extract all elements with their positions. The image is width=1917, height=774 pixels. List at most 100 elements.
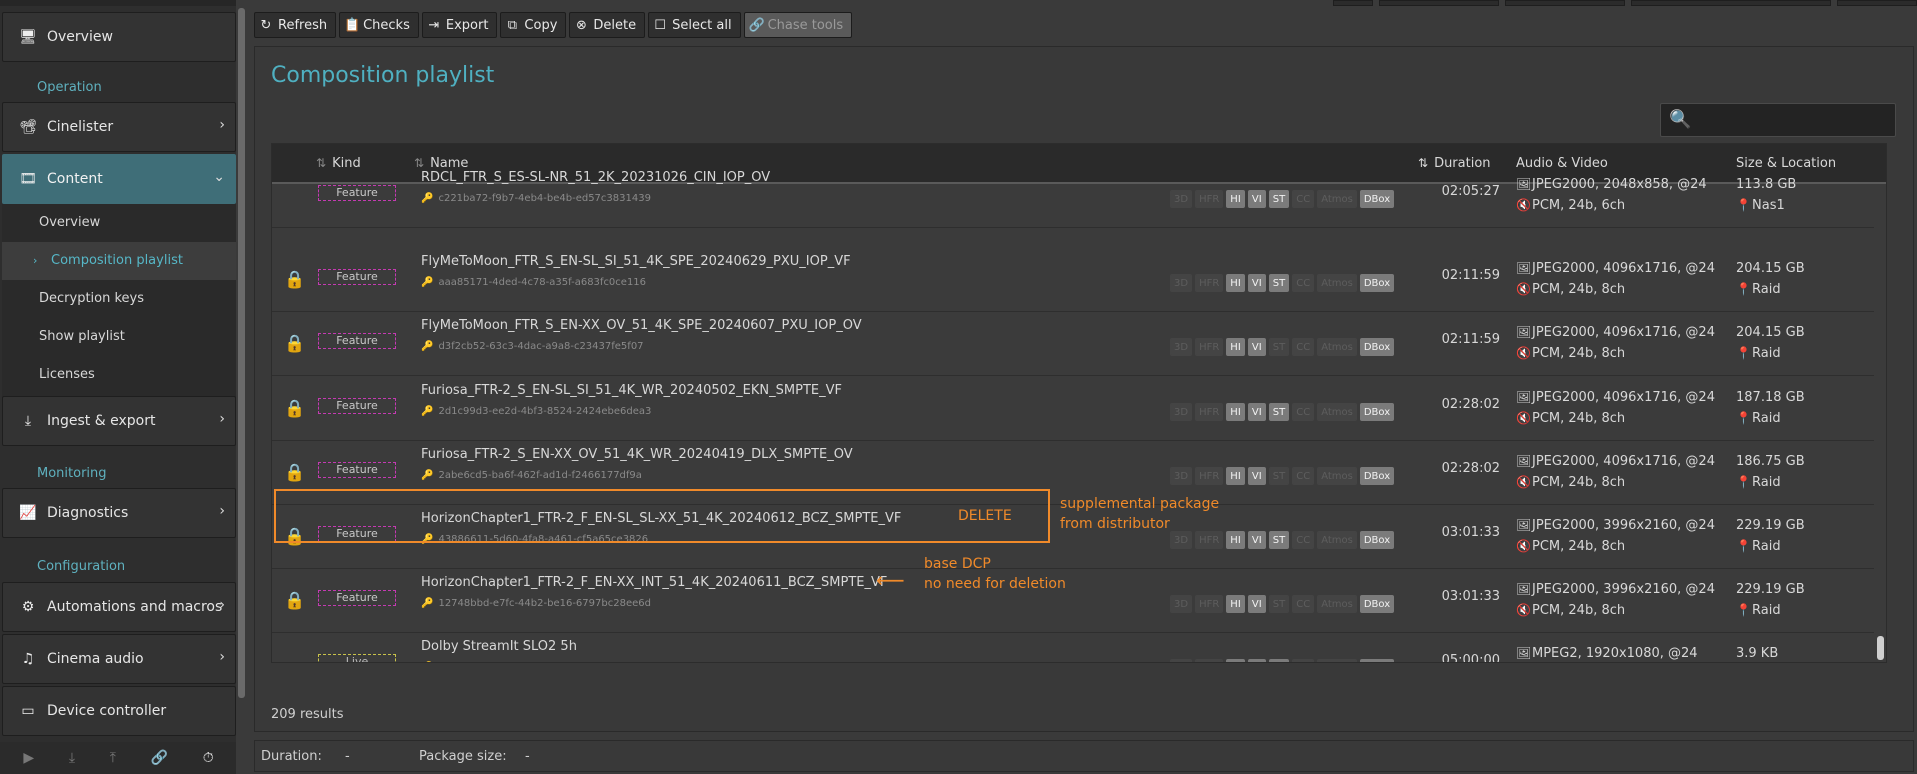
badge-st: ST [1268, 338, 1290, 356]
submenu-composition-playlist[interactable]: › Composition playlist [2, 242, 236, 280]
stopwatch-icon[interactable]: ⏱ [203, 750, 214, 766]
sidebar-item-device-controller[interactable]: ▭ Device controller [2, 686, 236, 736]
duration: 02:28:02 [1441, 461, 1500, 476]
sidebar-item-ingest-export[interactable]: ⤓ Ingest & export › [2, 396, 236, 446]
annotation-base-1: base DCP [924, 556, 991, 572]
submenu-label: Overview [39, 215, 101, 230]
duration: 05:00:00 [1441, 653, 1500, 663]
table-scrollbar[interactable] [1875, 186, 1886, 662]
uuid-text: c221ba72-f9b7-4eb4-be4b-ed57c3831439 [438, 193, 651, 204]
badge-vi: VI [1247, 531, 1266, 549]
cpl-name: FlyMeToMoon_FTR_S_EN-SL_SI_51_4K_SPE_202… [421, 254, 851, 269]
sidebar-item-content[interactable]: 🎞 Content ⌄ [2, 154, 236, 204]
search-input[interactable] [1695, 110, 1887, 132]
submenu-licenses[interactable]: Licenses [2, 356, 236, 394]
cpl-uuid: 🔑 12748bbd-e7fc-44b2-be16-6797bc28ee6d [421, 598, 651, 609]
feature-badges: 3DHFRHIVISTCCAtmosDBox [1170, 274, 1395, 292]
badge-3d: 3D [1170, 338, 1193, 356]
sidebar-item-automations[interactable]: ⚙ Automations and macros › [2, 582, 236, 632]
sidebar-item-overview[interactable]: 🖥 Overview [2, 12, 236, 62]
table-row[interactable]: 🔒 Feature HorizonChapter1_FTR-2_F_EN-XX_IN… [272, 569, 1874, 633]
table-row[interactable]: Live Dolby StreamIt SLO2 5h 🔑 344badde-dd14… [272, 633, 1874, 663]
top-tab[interactable] [1333, 0, 1373, 6]
badge-hfr: HFR [1195, 274, 1224, 292]
badge-vi: VI [1247, 659, 1266, 662]
image-icon: 🖼 [1516, 646, 1532, 660]
sidebar-scrollbar[interactable] [236, 0, 246, 774]
checks-button[interactable]: 📋 Checks [339, 12, 419, 38]
header-name[interactable]: ⇅ Name [414, 156, 468, 171]
annotation-delete: DELETE [958, 508, 1012, 524]
duration: 02:05:27 [1441, 184, 1500, 199]
sidebar-item-cinema-audio[interactable]: ♫ Cinema audio › [2, 634, 236, 684]
key-icon: 🔑 [421, 598, 434, 609]
top-tab[interactable] [1379, 0, 1499, 6]
badge-3d: 3D [1170, 190, 1193, 208]
refresh-button[interactable]: ↻ Refresh [254, 12, 337, 38]
location-text: Raid [1752, 411, 1781, 426]
submenu-decryption-keys[interactable]: Decryption keys [2, 280, 236, 318]
copy-button[interactable]: ⧉ Copy [500, 12, 567, 38]
download-icon[interactable]: ⤓ [69, 750, 75, 766]
lock-icon: 🔒 [284, 591, 306, 611]
badge-3d: 3D [1170, 531, 1193, 549]
footer-bar: Duration: - Package size: - [254, 740, 1914, 772]
play-icon[interactable]: ▶ [23, 750, 34, 766]
badge-dbox: DBox [1359, 595, 1395, 613]
header-duration[interactable]: ⇅ Duration [1418, 156, 1491, 171]
video-text: JPEG2000, 4096x1716, @24 [1532, 325, 1715, 340]
top-tab[interactable] [1505, 0, 1625, 6]
audio-video: 🖼JPEG2000, 4096x1716, @24 🔇PCM, 24b, 8ch [1516, 322, 1715, 364]
table-row[interactable]: 🔒 Feature FlyMeToMoon_FTR_S_EN-XX_OV_51_4K… [272, 312, 1874, 376]
video-info: 🖼JPEG2000, 4096x1716, @24 [1516, 387, 1715, 408]
sort-icon: ⇅ [316, 156, 327, 170]
header-label: Name [430, 156, 469, 171]
badge-cc: CC [1292, 190, 1315, 208]
badge-st: ST [1268, 659, 1290, 662]
search-box[interactable]: 🔍 [1660, 103, 1896, 137]
feature-badges: 3DHFRHIVISTCCAtmosDBox [1170, 467, 1395, 485]
submenu-overview[interactable]: Overview [2, 204, 236, 242]
table-row[interactable]: Feature RDCL_FTR_S_ES-SL-NR_51_2K_2023102… [272, 170, 1874, 228]
select-all-button[interactable]: ☐ Select all [648, 12, 741, 38]
video-info: 🖼JPEG2000, 4096x1716, @24 [1516, 258, 1715, 279]
size: 186.75 GB [1736, 454, 1805, 469]
export-button[interactable]: ⇥ Export [421, 12, 498, 38]
cpl-uuid: 🔑 2abe6cd5-ba6f-462f-ad1d-f2466177df9a [421, 470, 642, 481]
header-kind[interactable]: ⇅ Kind [316, 156, 361, 171]
submenu-label: Decryption keys [39, 291, 145, 306]
key-icon: 🔑 [421, 406, 434, 417]
header-audio-video[interactable]: Audio & Video [1516, 156, 1608, 171]
delete-button[interactable]: ⊗ Delete [569, 12, 646, 38]
table-row[interactable]: 🔒 Feature Furiosa_FTR-2_S_EN-SL_SI_51_4K_W… [272, 377, 1874, 441]
cpl-uuid: 🔑 c221ba72-f9b7-4eb4-be4b-ed57c3831439 [421, 193, 651, 204]
badge-hfr: HFR [1195, 467, 1224, 485]
key-icon: 🔑 [421, 193, 434, 204]
cpl-uuid: 🔑 2d1c99d3-ee2d-4bf3-8524-2424ebe6dea3 [421, 406, 651, 417]
speaker-mute-icon: 🔇 [1516, 198, 1531, 212]
audio-info: 🔇PCM, 24b, 6ch [1516, 195, 1707, 216]
header-size-location[interactable]: Size & Location [1736, 156, 1836, 171]
location: 📍Raid [1736, 279, 1805, 300]
upload-icon[interactable]: ⤒ [110, 750, 116, 766]
link-icon[interactable]: 🔗 [151, 750, 168, 766]
table-row[interactable]: 🔒 Feature FlyMeToMoon_FTR_S_EN-SL_SI_51_4K… [272, 248, 1874, 312]
top-tab[interactable] [1837, 0, 1917, 6]
location-text: Raid [1752, 282, 1781, 297]
page-title: Composition playlist [271, 63, 495, 88]
lock-icon: 🔒 [284, 399, 306, 419]
sidebar-item-cinelister[interactable]: 📽 Cinelister › [2, 102, 236, 152]
badge-hi: HI [1226, 338, 1245, 356]
submenu-show-playlist[interactable]: Show playlist [2, 318, 236, 356]
badge-atmos: Atmos [1317, 403, 1357, 421]
chase-tools-button[interactable]: 🔗 Chase tools [743, 12, 853, 38]
top-tab[interactable] [1631, 0, 1831, 6]
size-location: 113.8 GB 📍Nas1 [1736, 174, 1796, 216]
package-size-label: Package size: [419, 749, 507, 764]
scrollbar-thumb[interactable] [238, 8, 245, 698]
audio-info: 🔇PCM, 24b, 8ch [1516, 536, 1715, 557]
scrollbar-thumb[interactable] [1877, 636, 1884, 660]
size: 187.18 GB [1736, 390, 1805, 405]
sidebar-item-diagnostics[interactable]: 📈 Diagnostics › [2, 488, 236, 538]
audio-video: 🖼JPEG2000, 4096x1716, @24 🔇PCM, 24b, 8ch [1516, 387, 1715, 429]
